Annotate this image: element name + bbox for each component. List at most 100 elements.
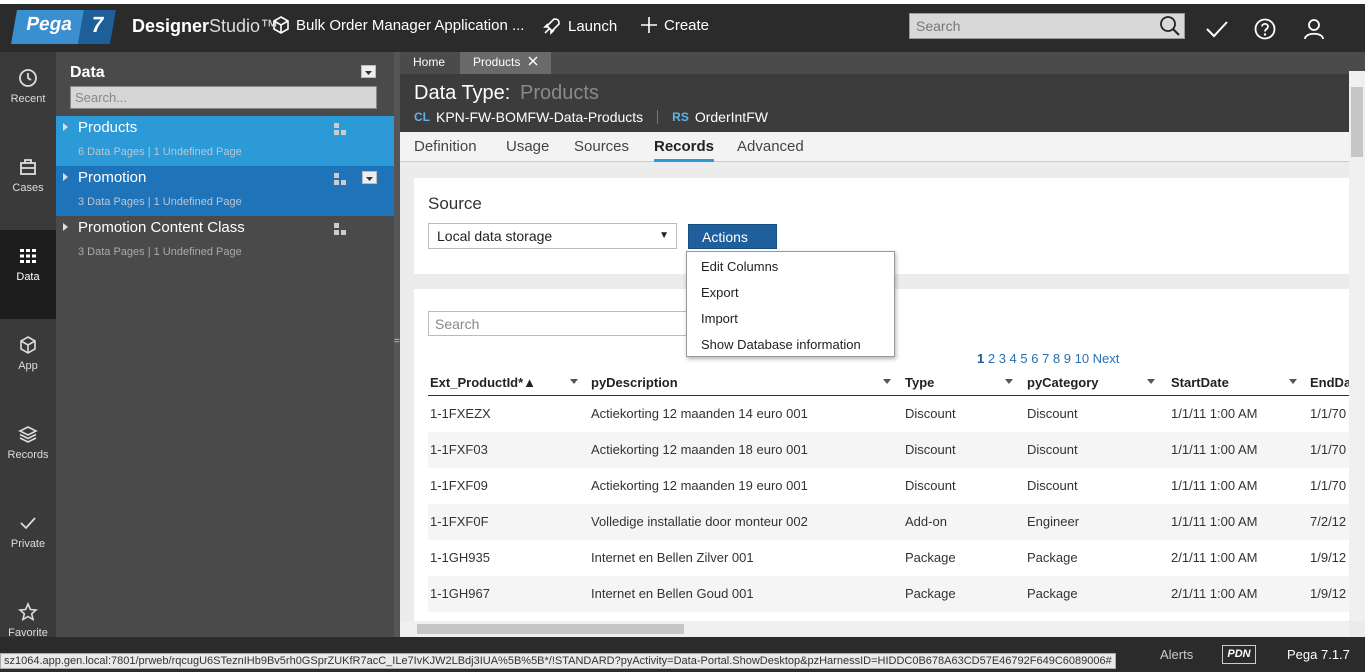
resize-grip-icon: = xyxy=(394,336,400,347)
data-grid-icon[interactable] xyxy=(334,173,348,187)
tab-sources[interactable]: Sources xyxy=(574,138,629,155)
rail-item-private[interactable]: Private xyxy=(0,497,56,586)
search-icon[interactable] xyxy=(1159,16,1181,36)
vertical-scrollbar[interactable] xyxy=(1349,71,1365,621)
column-header-startdate[interactable]: StartDate xyxy=(1171,375,1297,390)
data-type-title: Products xyxy=(520,82,599,104)
version-label: Pega 7.1.7 xyxy=(1287,647,1350,662)
pagination[interactable]: 1 2 3 4 5 6 7 8 9 10 Next xyxy=(977,351,1119,366)
cell-type: Package xyxy=(905,550,956,565)
data-explorer-panel: Data Search... Products 6 Data Pages | 1… xyxy=(56,52,394,637)
launch-label: Launch xyxy=(568,17,618,35)
scrollbar-thumb[interactable] xyxy=(1351,87,1363,157)
table-row[interactable]: 1-1FXF09 Actiekorting 12 maanden 19 euro… xyxy=(428,468,1349,504)
rail-item-data[interactable]: Data xyxy=(0,230,56,319)
tab-products[interactable]: Products xyxy=(460,52,551,74)
column-header-type[interactable]: Type xyxy=(905,375,1013,390)
item-menu-button[interactable] xyxy=(362,171,377,184)
rail-label-favorite: Favorite xyxy=(8,627,48,637)
rail-item-recent[interactable]: Recent xyxy=(0,52,56,141)
data-type-item-products[interactable]: Products 6 Data Pages | 1 Undefined Page xyxy=(56,116,394,166)
left-navigation-rail: Recent Cases Data App Records Private Fa… xyxy=(0,52,56,637)
cell-startdate: 2/1/11 1:00 AM xyxy=(1171,550,1258,565)
column-filter-icon[interactable] xyxy=(1289,379,1297,384)
grid-search-input[interactable]: Search xyxy=(428,311,698,336)
data-type-name: Products xyxy=(78,119,138,136)
rail-label-records: Records xyxy=(7,449,49,461)
explorer-menu-button[interactable] xyxy=(361,65,376,78)
help-icon[interactable] xyxy=(1254,18,1276,40)
column-header-enddate[interactable]: EndDa xyxy=(1310,375,1351,390)
expand-caret-icon[interactable] xyxy=(63,173,68,181)
tab-advanced[interactable]: Advanced xyxy=(737,138,804,155)
rail-item-cases[interactable]: Cases xyxy=(0,141,56,230)
data-type-name: Promotion Content Class xyxy=(78,219,245,236)
checkmark-icon[interactable] xyxy=(1205,18,1229,40)
menu-item-export[interactable]: Export xyxy=(701,285,739,300)
column-header-pycategory[interactable]: pyCategory xyxy=(1027,375,1155,390)
explorer-search-input[interactable]: Search... xyxy=(70,86,377,109)
cell-ext-productid: 1-1GH967 xyxy=(430,586,490,601)
alerts-link[interactable]: Alerts xyxy=(1160,647,1193,662)
cell-ext-productid: 1-1GH935 xyxy=(430,550,490,565)
class-ruleset-row: CL KPN-FW-BOMFW-Data-Products RS OrderIn… xyxy=(414,109,768,125)
pega-logo[interactable]: Pega 7 xyxy=(11,10,117,44)
tab-home[interactable]: Home xyxy=(400,52,458,74)
cell-startdate: 1/1/11 1:00 AM xyxy=(1171,406,1258,421)
column-header-label: pyCategory xyxy=(1027,375,1099,390)
launch-menu[interactable]: Launch xyxy=(542,16,617,36)
expand-caret-icon[interactable] xyxy=(63,123,68,131)
data-grid-icon[interactable] xyxy=(334,123,348,137)
rail-item-app[interactable]: App xyxy=(0,319,56,408)
menu-item-show-database-information[interactable]: Show Database information xyxy=(701,337,861,352)
expand-caret-icon[interactable] xyxy=(63,223,68,231)
table-row[interactable]: 1-1FXEZX Actiekorting 12 maanden 14 euro… xyxy=(428,396,1349,432)
data-type-meta: 3 Data Pages | 1 Undefined Page xyxy=(78,246,242,258)
data-type-item-promotion-content-class[interactable]: Promotion Content Class 3 Data Pages | 1… xyxy=(56,216,394,266)
column-filter-icon[interactable] xyxy=(883,379,891,384)
column-filter-icon[interactable] xyxy=(1147,379,1155,384)
cell-pydescription: Actiekorting 12 maanden 18 euro 001 xyxy=(591,442,808,457)
data-type-meta: 6 Data Pages | 1 Undefined Page xyxy=(78,146,242,158)
cell-pydescription: Volledige installatie door monteur 002 xyxy=(591,514,808,529)
data-type-item-promotion[interactable]: Promotion 3 Data Pages | 1 Undefined Pag… xyxy=(56,166,394,216)
data-grid-icon[interactable] xyxy=(334,223,348,237)
rule-header: Data Type: Products CL KPN-FW-BOMFW-Data… xyxy=(400,74,1365,132)
studio-title-light: Studio™ xyxy=(209,16,279,36)
cell-ext-productid: 1-1FXEZX xyxy=(430,406,491,421)
table-row[interactable]: 1-1GH935 Internet en Bellen Zilver 001 P… xyxy=(428,540,1349,576)
class-name[interactable]: KPN-FW-BOMFW-Data-Products xyxy=(436,109,643,125)
data-type-name: Promotion xyxy=(78,169,147,186)
actions-button[interactable]: Actions ▼ xyxy=(688,224,777,261)
tab-definition[interactable]: Definition xyxy=(414,138,477,155)
table-row[interactable]: 1-1FXF0F Volledige installatie door mont… xyxy=(428,504,1349,540)
table-row[interactable]: 1-1FXF03 Actiekorting 12 maanden 18 euro… xyxy=(428,432,1349,468)
menu-item-import[interactable]: Import xyxy=(701,311,738,326)
user-icon[interactable] xyxy=(1303,18,1325,40)
column-filter-icon[interactable] xyxy=(1005,379,1013,384)
cell-pydescription: Internet en Bellen Goud 001 xyxy=(591,586,754,601)
column-filter-icon[interactable] xyxy=(570,379,578,384)
create-label: Create xyxy=(664,16,710,34)
column-header-pydescription[interactable]: pyDescription xyxy=(591,375,891,390)
cell-pycategory: Discount xyxy=(1027,442,1078,457)
pager-links[interactable]: 2 3 4 5 6 7 8 9 10 Next xyxy=(988,351,1120,366)
pdn-logo[interactable]: PDN xyxy=(1222,645,1256,664)
horizontal-scrollbar[interactable] xyxy=(400,621,1349,637)
rail-item-favorite[interactable]: Favorite xyxy=(0,586,56,637)
ruleset-name[interactable]: OrderIntFW xyxy=(695,109,768,125)
tab-records[interactable]: Records xyxy=(654,138,715,162)
tab-usage[interactable]: Usage xyxy=(506,138,549,155)
column-header-ext-productid[interactable]: Ext_ProductId*▲ xyxy=(430,375,578,390)
rail-item-records[interactable]: Records xyxy=(0,408,56,497)
table-row[interactable]: 1-1GH967 Internet en Bellen Goud 001 Pac… xyxy=(428,576,1349,612)
top-search-input[interactable]: Search xyxy=(909,13,1185,39)
layers-icon xyxy=(18,426,38,443)
menu-item-edit-columns[interactable]: Edit Columns xyxy=(701,259,778,274)
close-icon[interactable] xyxy=(528,56,538,66)
source-dropdown[interactable]: Local data storage ▼ xyxy=(428,223,677,249)
application-menu[interactable]: Bulk Order Manager Application ... xyxy=(272,16,524,34)
create-menu[interactable]: Create xyxy=(640,16,709,34)
data-type-label: Data Type: xyxy=(414,82,511,104)
scrollbar-thumb[interactable] xyxy=(417,624,684,634)
